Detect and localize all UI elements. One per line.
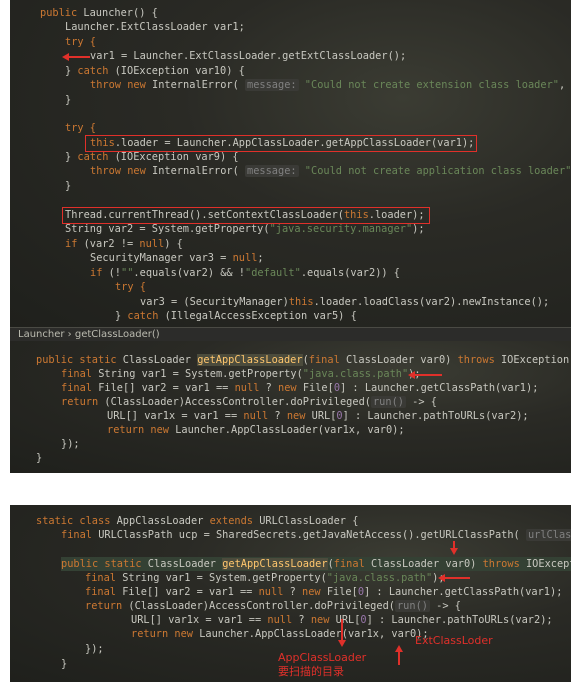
- code-editor-launcher: public Launcher() { Launcher.ExtClassLoa…: [10, 0, 571, 327]
- code-line: var1 = Launcher.ExtClassLoader.getExtCla…: [90, 50, 407, 62]
- breadcrumb-item[interactable]: getClassLoader(): [75, 329, 160, 340]
- annotation-label-scan-dirs: 要扫描的目录: [278, 665, 344, 678]
- code-line: public Launcher() {: [40, 7, 158, 19]
- code-line: }: [65, 180, 72, 192]
- code-line: } catch (IOException var10) {: [65, 65, 245, 77]
- annotation-label-extclassloader: ExtClassLoder: [415, 634, 493, 647]
- breadcrumb-item[interactable]: Launcher: [18, 329, 64, 340]
- code-line: SecurityManager var3 = null;: [90, 252, 264, 264]
- code-line: });: [61, 438, 80, 450]
- annotation-arrow: [408, 371, 442, 379]
- annotation-arrow: [338, 619, 346, 647]
- code-line: });: [85, 643, 104, 655]
- code-line: }: [61, 658, 68, 670]
- highlight-box: [85, 135, 477, 152]
- code-line: URL[] var1x = var1 == null ? new URL[0] …: [107, 410, 529, 422]
- code-line: throw new InternalError( message: "Could…: [90, 165, 571, 177]
- code-line: final File[] var2 = var1 == null ? new F…: [61, 382, 539, 394]
- code-line: var3 = (SecurityManager)this.loader.load…: [140, 296, 550, 308]
- code-editor-getappclassloader: public static ClassLoader getAppClassLoa…: [10, 327, 571, 473]
- code-line: final String var1 = System.getProperty("…: [85, 572, 445, 584]
- code-line: public static ClassLoader getAppClassLoa…: [61, 557, 571, 571]
- annotation-arrow: [450, 541, 458, 555]
- annotation-arrow: [62, 53, 90, 61]
- code-line: try {: [65, 36, 96, 48]
- code-line: try {: [115, 281, 146, 293]
- code-line: final String var1 = System.getProperty("…: [61, 368, 421, 380]
- code-line: return (ClassLoader)AccessController.doP…: [85, 600, 461, 612]
- code-line: final File[] var2 = var1 == null ? new F…: [85, 586, 563, 598]
- code-line: return new Launcher.AppClassLoader(var1x…: [131, 628, 429, 640]
- code-line: try {: [65, 122, 96, 134]
- highlight-box: [62, 207, 430, 224]
- annotation-arrow: [438, 574, 470, 582]
- annotation-label-appclassloader: AppClassLoader: [278, 651, 367, 664]
- code-editor-appclassloader: static class AppClassLoader extends URLC…: [10, 505, 571, 682]
- code-line: }: [36, 452, 43, 464]
- code-line: if (!"".equals(var2) && !"default".equal…: [90, 267, 401, 279]
- code-line: } catch (IOException var9) {: [65, 151, 239, 163]
- breadcrumb: Launcher › getClassLoader(): [10, 327, 571, 341]
- code-line: String var2 = System.getProperty("java.s…: [65, 223, 425, 235]
- code-line: return new Launcher.AppClassLoader(var1x…: [107, 424, 405, 436]
- code-line: public static ClassLoader getAppClassLoa…: [36, 354, 570, 366]
- code-line: return (ClassLoader)AccessController.doP…: [61, 396, 437, 408]
- code-line: } catch (IllegalAccessException var5) {: [115, 310, 357, 322]
- breadcrumb-separator: ›: [67, 329, 72, 340]
- code-line: if (var2 != null) {: [65, 238, 183, 250]
- annotation-arrow: [395, 645, 403, 665]
- code-line: Launcher.ExtClassLoader var1;: [65, 21, 245, 33]
- code-line: }: [65, 94, 72, 106]
- code-line: throw new InternalError( message: "Could…: [90, 79, 566, 91]
- code-line: final URLClassPath ucp = SharedSecrets.g…: [61, 528, 571, 542]
- code-line: static class AppClassLoader extends URLC…: [36, 515, 359, 527]
